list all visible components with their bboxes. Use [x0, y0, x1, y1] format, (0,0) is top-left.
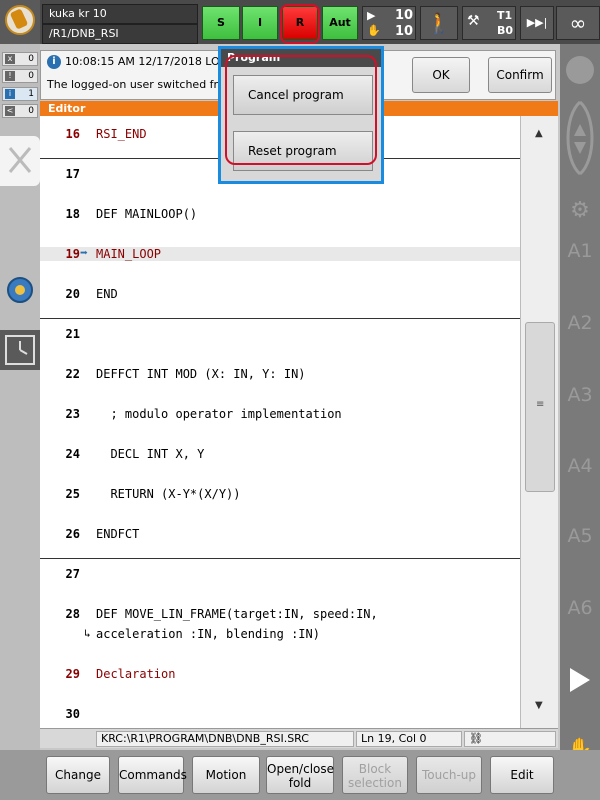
link-icon: ⛓	[464, 731, 556, 747]
code-line[interactable]: 26 ENDFCT	[40, 524, 520, 544]
commands-button[interactable]: Commands	[118, 756, 187, 794]
close-editor-button[interactable]	[0, 136, 40, 186]
axis-a6-label[interactable]: A6	[560, 597, 600, 619]
robot-name-field[interactable]: kuka kr 10	[42, 4, 198, 24]
code-editor[interactable]: 16 RSI_END 17 18 DEF MAINLOOP() 19 ➡ MAIN_LO…	[40, 116, 520, 728]
info-counter[interactable]: i1	[2, 87, 38, 101]
motion-button[interactable]: Motion	[192, 756, 260, 794]
start-play-icon[interactable]	[568, 666, 592, 694]
code-line[interactable]: 18 DEF MAINLOOP()	[40, 204, 520, 224]
editor-status-bar: KRC:\R1\PROGRAM\DNB\DNB_RSI.SRC Ln 19, C…	[40, 728, 558, 748]
robot-interpreter-highlight	[280, 4, 320, 44]
walking-person-icon[interactable]: 🚶	[420, 6, 458, 40]
tool-value: T1	[497, 9, 513, 22]
code-line[interactable]: 23 ; modulo operator implementation	[40, 404, 520, 424]
clock-icon[interactable]	[0, 330, 40, 370]
code-line[interactable]: 21	[40, 324, 520, 344]
robot-axis-icon[interactable]: ⚙	[566, 198, 594, 226]
override-button[interactable]: ▶ 10 ✋ 10	[362, 6, 416, 40]
file-path: KRC:\R1\PROGRAM\DNB\DNB_RSI.SRC	[96, 731, 354, 747]
program-popup-menu: Program Cancel program Reset program	[218, 46, 384, 184]
info-icon: i	[47, 55, 61, 69]
program-path-field[interactable]: /R1/DNB_RSI	[42, 24, 198, 44]
jog-override-value: 10	[395, 24, 414, 39]
code-line[interactable]: 29 Declaration	[40, 664, 520, 684]
code-line[interactable]: 22 DEFFCT INT MOD (X: IN, Y: IN)	[40, 364, 520, 384]
axis-a2-label[interactable]: A2	[560, 312, 600, 334]
scrollbar-thumb[interactable]: ≡	[525, 322, 555, 492]
axis-a1-label[interactable]: A1	[560, 240, 600, 262]
operating-mode-status[interactable]: Aut	[322, 6, 358, 40]
code-line[interactable]: 30	[40, 704, 520, 724]
globe-icon[interactable]	[566, 56, 594, 84]
confirm-all-button[interactable]: Confirm all	[488, 57, 552, 116]
code-line[interactable]: 24 DECL INT X, Y	[40, 444, 520, 464]
popup-highlight-ring	[225, 55, 377, 165]
scroll-down-icon[interactable]: ▼	[535, 700, 543, 711]
drives-status[interactable]: I	[242, 6, 278, 40]
code-line[interactable]: 27	[40, 564, 520, 584]
grip-icon: ≡	[536, 399, 545, 410]
cursor-position: Ln 19, Col 0	[356, 731, 462, 747]
warning-counter[interactable]: ! 0	[2, 69, 38, 83]
axis-a5-label[interactable]: A5	[560, 525, 600, 547]
code-line-current[interactable]: 19 ➡ MAIN_LOOP	[40, 244, 520, 264]
program-override-value: 10	[395, 8, 414, 23]
ok-button[interactable]: OK	[412, 57, 470, 93]
close-icon	[8, 147, 32, 173]
play-icon: ▶	[367, 9, 376, 22]
axis-a4-label[interactable]: A4	[560, 455, 600, 477]
wrap-arrow-icon: ↳	[84, 627, 91, 640]
code-line[interactable]: 20 END	[40, 284, 520, 304]
editor-scrollbar[interactable]: ▲ ≡ ▼	[520, 116, 558, 728]
kuka-logo-button[interactable]	[0, 0, 40, 44]
touch-up-button[interactable]: Touch-up	[416, 756, 482, 794]
error-icon: x	[5, 54, 15, 64]
message-timestamp: 10:08:15 AM 12/17/2018 LO	[65, 55, 220, 68]
warning-icon: !	[5, 71, 15, 81]
program-pointer-arrow-icon: ➡	[80, 246, 88, 261]
robot-gear-icon[interactable]	[4, 274, 36, 306]
fast-forward-icon[interactable]: ▶▶|	[520, 6, 554, 40]
submit-interpreter-status[interactable]: S	[202, 6, 240, 40]
error-counter[interactable]: x0	[2, 52, 38, 66]
tool-icon: ⚒	[467, 13, 480, 29]
info-icon: i	[5, 89, 15, 99]
tool-base-button[interactable]: ⚒ T1 B0	[462, 6, 516, 40]
block-selection-button[interactable]: Block selection	[342, 756, 408, 794]
code-line-wrapped[interactable]: ↳ acceleration :IN, blending :IN)	[40, 624, 520, 644]
code-line[interactable]: 28 DEF MOVE_LIN_FRAME(target:IN, speed:IN…	[40, 604, 520, 624]
open-close-fold-button[interactable]: Open/close fold	[266, 756, 334, 794]
infinity-button[interactable]: ∞	[556, 6, 600, 40]
message-text: The logged-on user switched fro	[47, 78, 225, 91]
dialog-counter[interactable]: <0	[2, 104, 38, 118]
edit-button[interactable]: Edit	[490, 756, 554, 794]
scroll-up-icon[interactable]: ▲	[535, 128, 543, 139]
base-value: B0	[497, 24, 514, 37]
axis-a3-label[interactable]: A3	[560, 384, 600, 406]
dialog-icon: <	[5, 106, 15, 116]
code-line[interactable]: 25 RETURN (X-Y*(X/Y))	[40, 484, 520, 504]
change-button[interactable]: Change	[46, 756, 110, 794]
jog-mode-icon[interactable]	[562, 96, 598, 180]
jog-hand-icon: ✋	[367, 24, 381, 37]
